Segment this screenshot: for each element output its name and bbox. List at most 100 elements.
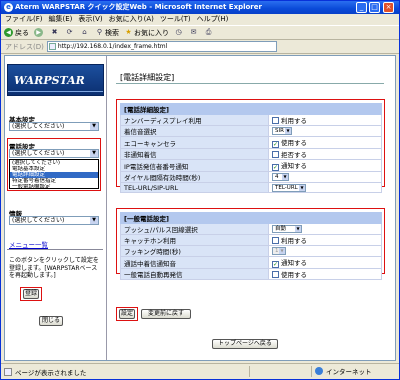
close-window-button[interactable]: × xyxy=(383,2,394,13)
forward-button[interactable]: ▶ xyxy=(34,28,45,37)
table-row: キャッチホン利用 利用する xyxy=(120,234,382,246)
push-pulse-select[interactable]: 自動 ▼ xyxy=(272,225,302,233)
dropdown-option[interactable]: 一般電話機設定 xyxy=(10,184,98,190)
detail-settings-panel: [電話詳細設定] ナンバーディスプレイ利用 利用する 着信音選択 SIR ▼ エコ… xyxy=(116,99,385,193)
globe-icon xyxy=(315,367,323,375)
stop-button[interactable]: ✖ xyxy=(50,28,60,37)
anonymous-reject-checkbox[interactable] xyxy=(272,151,279,158)
phone-settings-value: (選択してください) xyxy=(12,150,65,157)
call-waiting-checkbox[interactable] xyxy=(272,237,279,244)
caller-id-notify-checkbox[interactable]: ✓ xyxy=(272,164,279,171)
tel-sip-url-select[interactable]: TEL-URL ▼ xyxy=(272,183,306,192)
back-button[interactable]: ◀ 戻る xyxy=(4,28,29,38)
search-icon: ⚲ xyxy=(96,28,103,36)
checkbox-label: 利用する xyxy=(281,237,307,245)
toolbar: ◀ 戻る ▶ ✖ ⟳ ⌂ ⚲ 検索 ★ お気に入り ◷ ✉ ⎙ xyxy=(1,25,399,40)
favorites-button[interactable]: ★ お気に入り xyxy=(124,28,169,38)
security-zone: インターネット xyxy=(315,366,372,376)
general-phone-header: [一般電話設定] xyxy=(120,212,382,224)
status-divider xyxy=(249,366,250,377)
page-content: WARPSTAR 基本設定 (選択してください) ▼ 電話設定 (選択してくださ… xyxy=(4,55,396,361)
back-arrow-icon: ◀ xyxy=(4,28,13,37)
basic-settings-select[interactable]: (選択してください) ▼ xyxy=(9,122,99,131)
chevron-down-icon: ▼ xyxy=(282,174,288,180)
row-value: 4 ▼ xyxy=(268,171,382,183)
auto-redial-checkbox[interactable] xyxy=(272,271,279,278)
select-value: 4 xyxy=(275,174,279,180)
row-label: ナンバーディスプレイ利用 xyxy=(120,114,269,126)
detail-settings-table: [電話詳細設定] ナンバーディスプレイ利用 利用する 着信音選択 SIR ▼ エコ… xyxy=(120,103,382,193)
search-button[interactable]: ⚲ 検索 xyxy=(95,28,119,38)
table-row: エコーキャンセラ ✓ 使用する xyxy=(120,136,382,149)
left-divider xyxy=(7,249,103,250)
menu-file[interactable]: ファイル(F) xyxy=(5,14,43,25)
menu-tools[interactable]: ツール(T) xyxy=(160,14,191,25)
minimize-button[interactable]: _ xyxy=(356,2,367,13)
status-bar: ページが表示されました インターネット xyxy=(1,363,399,379)
status-divider xyxy=(311,366,312,377)
warpstar-logo: WARPSTAR xyxy=(7,64,104,96)
history-button[interactable]: ◷ xyxy=(174,28,184,37)
row-label: 非通知着信 xyxy=(120,148,269,160)
basic-settings-value: (選択してください) xyxy=(12,123,65,130)
home-button[interactable]: ⌂ xyxy=(80,28,90,37)
hooking-time-select[interactable]: 1 ▼ xyxy=(272,247,286,255)
dial-interval-select[interactable]: 4 ▼ xyxy=(272,173,289,181)
echo-canceller-checkbox[interactable]: ✓ xyxy=(272,141,279,148)
history-icon: ◷ xyxy=(175,28,182,36)
menu-view[interactable]: 表示(V) xyxy=(78,14,102,25)
checkbox-label: 利用する xyxy=(281,117,307,125)
row-label: エコーキャンセラ xyxy=(120,136,269,149)
top-page-button[interactable]: トップページへ戻る xyxy=(212,339,278,349)
incoming-tone-checkbox[interactable]: ✓ xyxy=(272,261,279,268)
row-label: TEL-URL/SIP-URL xyxy=(120,182,269,193)
set-button[interactable]: 設定 xyxy=(119,309,135,319)
row-value: 利用する xyxy=(268,234,382,246)
home-icon: ⌂ xyxy=(82,28,87,36)
table-row: 通話中着信通知音 ✓ 通知する xyxy=(120,256,382,269)
left-frame: WARPSTAR 基本設定 (選択してください) ▼ 電話設定 (選択してくださ… xyxy=(5,56,107,360)
row-label: 通話中着信通知音 xyxy=(120,256,269,269)
search-label: 検索 xyxy=(105,28,119,37)
checkbox-label: 通知する xyxy=(281,162,307,170)
revert-button[interactable]: 変更前に戻す xyxy=(141,309,191,319)
address-input[interactable]: http://192.168.0.1/index_frame.html xyxy=(46,41,277,52)
detail-settings-header: [電話詳細設定] xyxy=(120,103,382,115)
mail-button[interactable]: ✉ xyxy=(189,28,199,37)
select-value: 自動 xyxy=(275,226,287,232)
ringtone-select[interactable]: SIR ▼ xyxy=(272,127,292,135)
row-label: フッキング時間(秒) xyxy=(120,245,269,257)
select-value: 1 xyxy=(275,248,279,254)
menu-list-link[interactable]: メニュー一覧 xyxy=(9,239,48,249)
zone-text: インターネット xyxy=(326,368,372,376)
checkbox-label: 使用する xyxy=(281,271,307,279)
address-bar: アドレス(D) http://192.168.0.1/index_frame.h… xyxy=(1,40,399,54)
ie-icon: e xyxy=(4,3,13,12)
refresh-icon: ⟳ xyxy=(66,28,73,36)
register-button[interactable]: 登録 xyxy=(23,289,39,299)
general-phone-table: [一般電話設定] プッシュ/パルス回線選択 自動 ▼ キャッチホン利用 利用する … xyxy=(120,212,382,280)
menu-favorites[interactable]: お気に入り(A) xyxy=(109,14,154,25)
menu-edit[interactable]: 編集(E) xyxy=(49,14,73,25)
general-phone-panel: [一般電話設定] プッシュ/パルス回線選択 自動 ▼ キャッチホン利用 利用する … xyxy=(116,208,385,280)
close-button[interactable]: 閉じる xyxy=(39,316,63,326)
row-value: ✓ 通知する xyxy=(268,256,382,269)
chevron-down-icon: ▼ xyxy=(299,184,305,191)
row-value: 拒否する xyxy=(268,148,382,160)
maximize-button[interactable]: □ xyxy=(369,2,380,13)
row-value: 利用する xyxy=(268,114,382,126)
table-row: IP電話発信者番号通知 ✓ 通知する xyxy=(120,159,382,172)
row-value: ✓ 使用する xyxy=(268,136,382,149)
browser-window: e Aterm WARPSTAR クイック設定Web - Microsoft I… xyxy=(0,0,400,380)
info-value: (選択してください) xyxy=(12,217,65,224)
row-label: キャッチホン利用 xyxy=(120,234,269,246)
logo-rule xyxy=(8,91,103,92)
chevron-down-icon: ▼ xyxy=(295,226,301,232)
refresh-button[interactable]: ⟳ xyxy=(65,28,75,37)
info-select[interactable]: (選択してください) ▼ xyxy=(9,216,99,225)
phone-settings-select[interactable]: (選択してください) ▼ xyxy=(9,149,99,158)
print-button[interactable]: ⎙ xyxy=(204,28,214,37)
menu-help[interactable]: ヘルプ(H) xyxy=(197,14,229,25)
select-value: TEL-URL xyxy=(275,184,298,191)
number-display-checkbox[interactable] xyxy=(272,117,279,124)
